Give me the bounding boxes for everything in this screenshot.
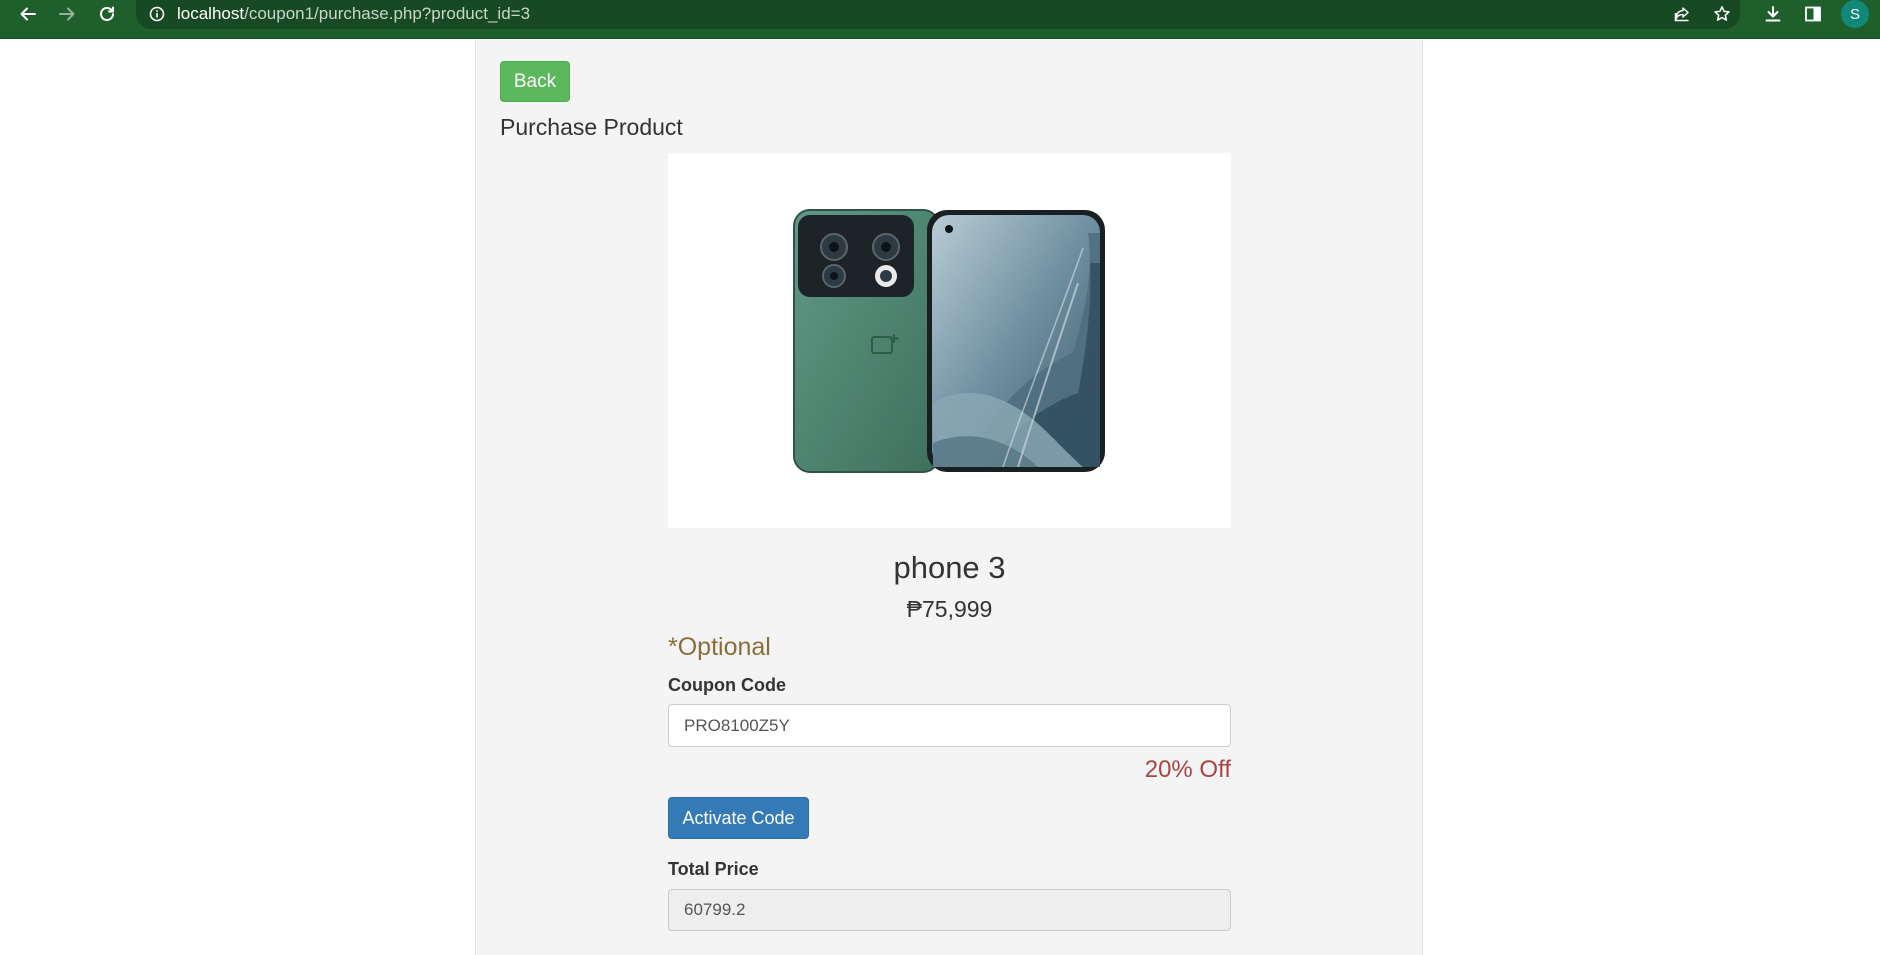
arrow-right-icon[interactable] — [55, 0, 79, 27]
download-icon[interactable] — [1762, 0, 1784, 27]
smartphone-product-image — [668, 153, 1231, 528]
info-icon[interactable] — [149, 6, 165, 22]
url-path: /coupon1/purchase.php?product_id=3 — [244, 4, 531, 23]
product-price: ₱75,999 — [906, 596, 993, 622]
coupon-code-label: Coupon Code — [668, 675, 786, 695]
side-panel-icon[interactable] — [1802, 0, 1824, 27]
arrow-left-icon[interactable] — [16, 0, 40, 27]
back-button[interactable]: Back — [500, 61, 570, 102]
total-price-field — [668, 889, 1231, 931]
browser-toolbar: localhost/coupon1/purchase.php?product_i… — [0, 0, 1880, 39]
activate-code-button[interactable]: Activate Code — [668, 797, 809, 839]
url-text[interactable]: localhost/coupon1/purchase.php?product_i… — [177, 4, 530, 24]
optional-note: *Optional — [668, 633, 771, 661]
coupon-code-input[interactable] — [668, 704, 1231, 747]
page-title: Purchase Product — [500, 114, 683, 140]
share-icon[interactable] — [1671, 0, 1693, 27]
product-name: phone 3 — [893, 550, 1006, 585]
discount-text: 20% Off — [1144, 756, 1231, 783]
reload-icon[interactable] — [95, 0, 119, 27]
star-icon[interactable] — [1711, 0, 1733, 27]
profile-avatar[interactable]: S — [1841, 0, 1869, 28]
url-host: localhost — [177, 4, 245, 23]
total-price-label: Total Price — [668, 859, 759, 879]
